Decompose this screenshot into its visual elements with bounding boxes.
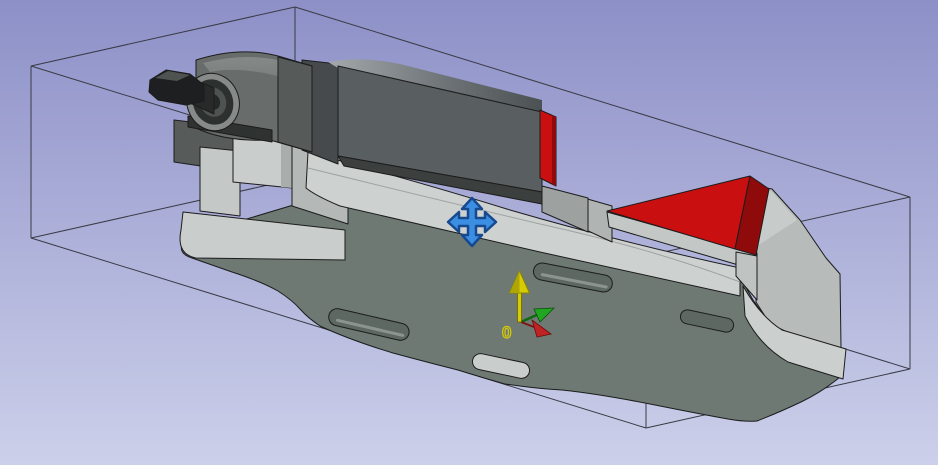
3d-viewport[interactable]: 0 <box>0 0 938 465</box>
screw-housing-facet <box>278 57 312 152</box>
axis-yellow-shaft <box>518 291 522 322</box>
cad-scene[interactable]: 0 <box>0 0 938 465</box>
lead-screw-assembly[interactable] <box>149 52 312 152</box>
origin-label: 0 <box>502 323 511 342</box>
movable-jaw-plate-red-edge <box>552 115 556 186</box>
vise-model[interactable] <box>149 52 846 421</box>
